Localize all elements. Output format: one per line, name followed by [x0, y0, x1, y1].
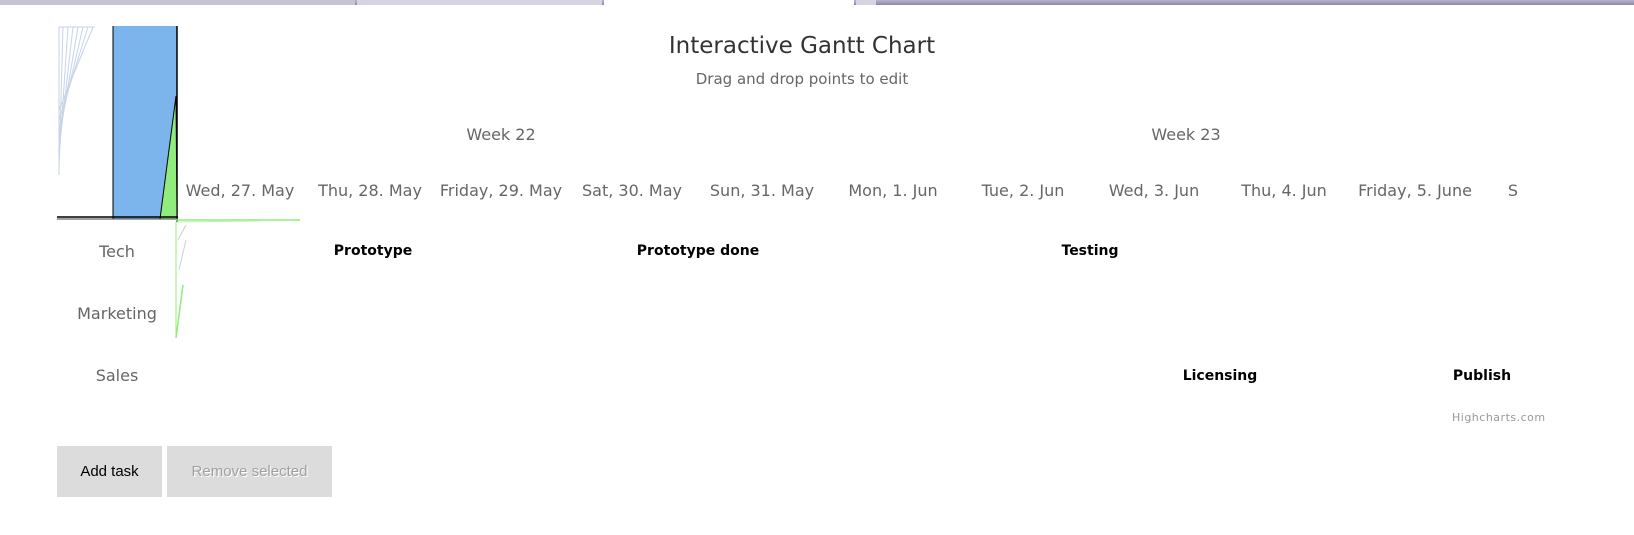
day-label: Mon, 1. Jun	[848, 181, 938, 200]
week-label: Week 22	[466, 125, 536, 144]
task-label-publish[interactable]: Publish	[1453, 368, 1511, 384]
day-label: Friday, 29. May	[439, 181, 563, 200]
remove-selected-button[interactable]: Remove selected	[167, 446, 332, 497]
artifact-green-line	[175, 284, 184, 339]
chart-title: Interactive Gantt Chart	[668, 33, 936, 59]
task-label-prototype[interactable]: Prototype	[334, 243, 412, 259]
category-label-marketing: Marketing	[77, 304, 157, 323]
task-label-prototype-done[interactable]: Prototype done	[637, 243, 759, 259]
day-label: Sat, 30. May	[581, 181, 683, 200]
day-label: Friday, 5. June	[1358, 181, 1472, 200]
day-label: Sun, 31. May	[709, 181, 815, 200]
day-label: Wed, 3. Jun	[1108, 181, 1200, 200]
task-label-licensing[interactable]: Licensing	[1183, 368, 1258, 384]
task-label-testing[interactable]: Testing	[1062, 243, 1119, 259]
artifact-green-line	[177, 224, 187, 241]
artifact-green-line	[178, 239, 187, 271]
day-label: Tue, 2. Jun	[981, 181, 1065, 200]
day-label: Wed, 27. May	[185, 181, 295, 200]
day-label: Thu, 4. Jun	[1241, 181, 1327, 200]
category-label-sales: Sales	[95, 366, 139, 385]
add-task-button[interactable]: Add task	[57, 446, 162, 497]
highcharts-credits-link[interactable]: Highcharts.com	[1452, 411, 1546, 424]
artifact-green-line	[175, 220, 261, 223]
chart-subtitle: Drag and drop points to edit	[695, 70, 909, 88]
week-label: Week 23	[1151, 125, 1221, 144]
category-label-tech: Tech	[99, 242, 135, 261]
day-label: Thu, 28. May	[318, 181, 422, 200]
gantt-chart: Interactive Gantt Chart Drag and drop po…	[0, 0, 1634, 430]
day-label: S	[1507, 181, 1519, 200]
